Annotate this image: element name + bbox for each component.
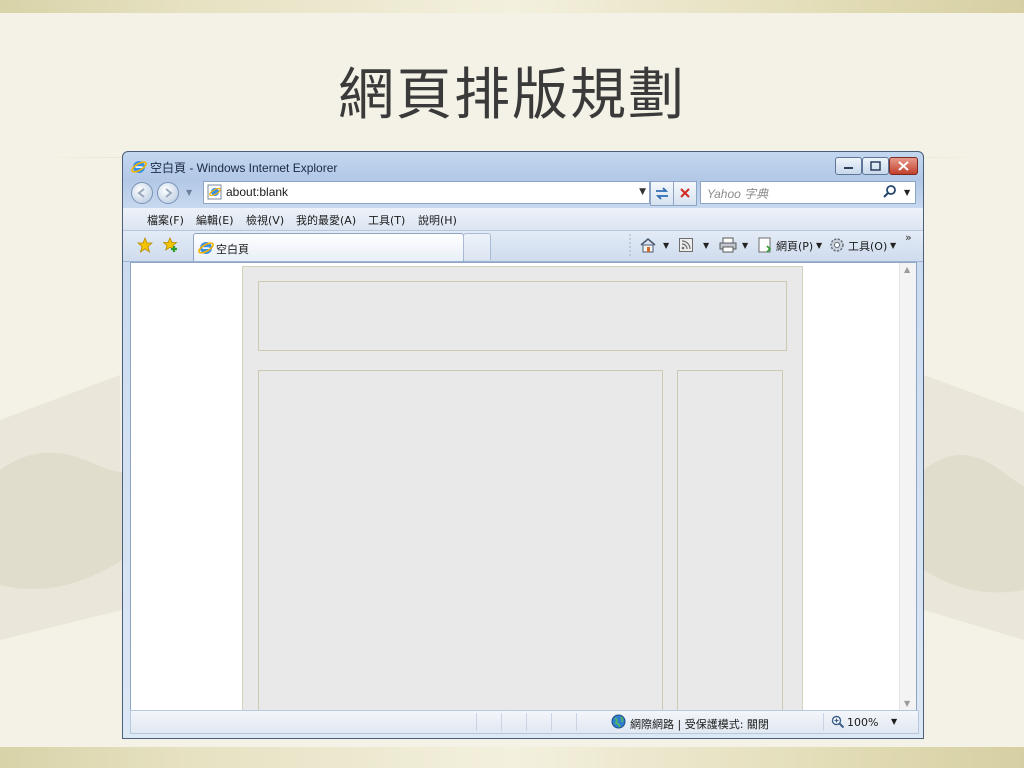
feeds-icon[interactable] <box>679 238 693 252</box>
address-bar[interactable]: about:blank ▼ <box>203 181 650 204</box>
status-separator <box>576 713 577 731</box>
page-menu-dropdown-icon[interactable]: ▼ <box>816 241 822 250</box>
menu-help[interactable]: 說明(H) <box>418 212 457 228</box>
status-bar: 網際網路 | 受保護模式: 關閉 100% ▼ <box>130 710 919 734</box>
search-box[interactable]: Yahoo 字典 ▼ <box>700 181 916 204</box>
close-button[interactable] <box>889 157 918 175</box>
zoom-dropdown-icon[interactable]: ▼ <box>891 717 897 726</box>
tab-blank-page[interactable]: 空白頁 <box>193 233 464 261</box>
security-zone-label[interactable]: 網際網路 | 受保護模式: 關閉 <box>630 716 769 732</box>
menu-file[interactable]: 檔案(F) <box>147 212 184 228</box>
mockup-main-block <box>258 370 663 712</box>
address-dropdown-icon[interactable]: ▼ <box>639 187 646 197</box>
menu-bar: 檔案(F) 編輯(E) 檢視(V) 我的最愛(A) 工具(T) 說明(H) <box>123 208 923 231</box>
forward-button[interactable] <box>157 182 179 204</box>
favorites-star-icon[interactable] <box>137 237 153 253</box>
tools-menu-dropdown-icon[interactable]: ▼ <box>890 241 896 250</box>
zoom-icon[interactable] <box>831 715 845 729</box>
address-input[interactable]: about:blank <box>226 185 288 199</box>
menu-favorites[interactable]: 我的最愛(A) <box>296 212 356 228</box>
minimize-button[interactable] <box>835 157 862 175</box>
recent-pages-dropdown-icon[interactable]: ▼ <box>186 188 192 197</box>
search-input[interactable]: Yahoo 字典 <box>707 185 768 202</box>
menu-edit[interactable]: 編輯(E) <box>196 212 234 228</box>
scroll-up-arrow-icon[interactable]: ▲ <box>904 265 910 274</box>
tab-toolbar: 空白頁 ▼ ▼ ▼ 網頁(P) ▼ 工具(O) ▼ » <box>123 231 923 262</box>
tab-ie-icon <box>198 242 214 254</box>
print-icon[interactable] <box>719 237 737 253</box>
maximize-button[interactable] <box>862 157 889 175</box>
page-menu-icon[interactable] <box>757 237 773 253</box>
back-arrow-icon <box>137 188 145 198</box>
new-tab-button[interactable] <box>463 233 491 260</box>
slide-title: 網頁排版規劃 <box>338 63 686 128</box>
internet-globe-icon <box>611 714 626 729</box>
status-separator <box>551 713 552 731</box>
feeds-dropdown-icon[interactable]: ▼ <box>703 241 709 250</box>
stop-icon <box>680 188 690 198</box>
navigation-bar: ▼ about:blank ▼ Yahoo 字典 ▼ <box>123 180 923 206</box>
search-options-dropdown-icon[interactable]: ▼ <box>904 188 910 197</box>
vertical-scrollbar[interactable]: ▲ ▼ <box>899 263 916 710</box>
tools-menu-label[interactable]: 工具(O) <box>848 238 887 254</box>
mockup-header-block <box>258 281 787 351</box>
scroll-down-arrow-icon[interactable]: ▼ <box>904 699 910 708</box>
add-favorite-icon[interactable] <box>163 237 179 253</box>
zoom-level[interactable]: 100% <box>847 716 878 729</box>
close-icon <box>898 161 909 171</box>
back-button[interactable] <box>131 182 153 204</box>
print-dropdown-icon[interactable]: ▼ <box>742 241 748 250</box>
mockup-sidebar-block <box>677 370 783 712</box>
search-icon[interactable] <box>883 185 897 199</box>
window-title: 空白頁 - Windows Internet Explorer <box>150 161 338 175</box>
menu-tools[interactable]: 工具(T) <box>368 212 405 228</box>
refresh-icon <box>655 187 669 200</box>
status-separator <box>501 713 502 731</box>
menu-view[interactable]: 檢視(V) <box>246 212 284 228</box>
status-separator <box>823 713 824 731</box>
toolbar-overflow-icon[interactable]: » <box>905 231 912 244</box>
status-separator <box>526 713 527 731</box>
browser-window[interactable]: 空白頁 - Windows Internet Explorer ▼ about:… <box>122 151 924 739</box>
page-icon <box>207 184 222 200</box>
stop-button[interactable] <box>673 181 697 206</box>
title-bar[interactable]: 空白頁 - Windows Internet Explorer <box>123 152 923 180</box>
refresh-button[interactable] <box>650 181 674 206</box>
minimize-icon <box>844 167 853 169</box>
maximize-icon <box>870 161 881 171</box>
ie-logo-icon <box>131 161 147 173</box>
home-icon[interactable] <box>639 237 657 253</box>
layout-mockup <box>242 266 803 712</box>
page-menu-label[interactable]: 網頁(P) <box>776 238 813 254</box>
home-dropdown-icon[interactable]: ▼ <box>663 241 669 250</box>
status-separator <box>476 713 477 731</box>
tab-label: 空白頁 <box>216 243 249 256</box>
forward-arrow-icon <box>165 188 173 198</box>
page-content-area[interactable]: ▲ ▼ <box>130 262 917 712</box>
toolbar-separator <box>629 234 631 258</box>
tools-gear-icon[interactable] <box>829 237 845 253</box>
